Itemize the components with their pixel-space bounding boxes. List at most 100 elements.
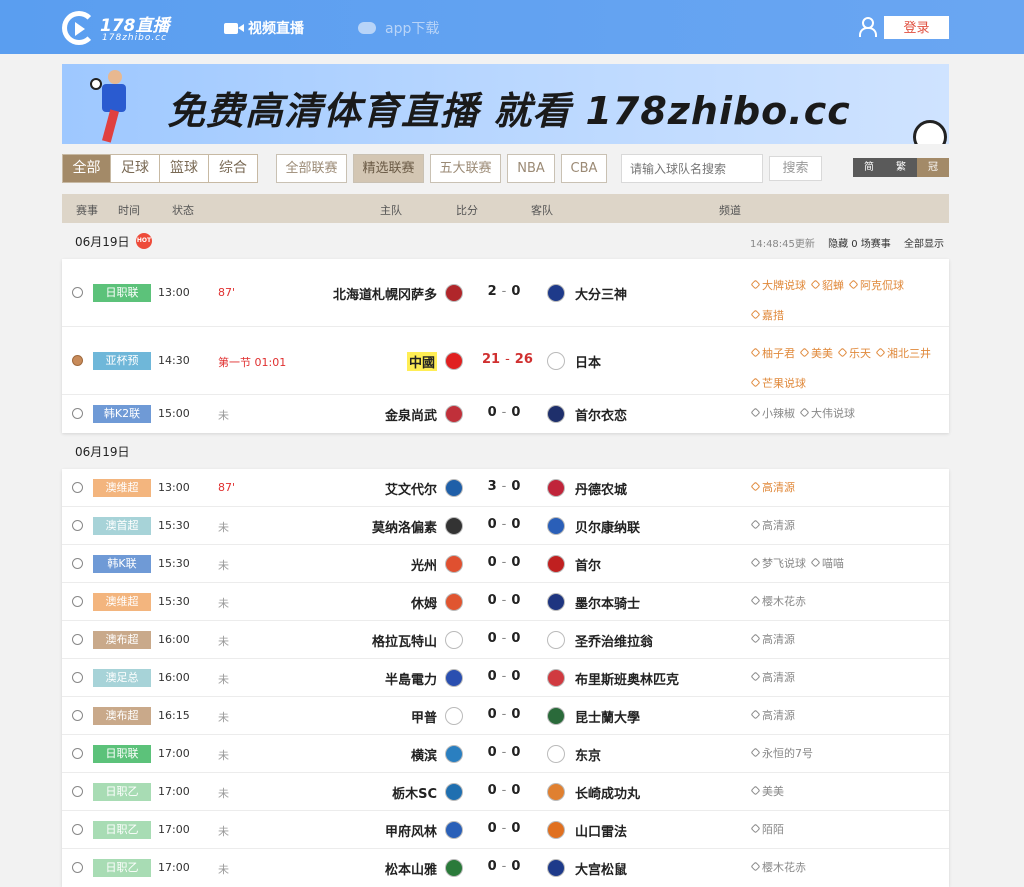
team-search-input[interactable] bbox=[621, 154, 763, 183]
home-team[interactable]: 休姆 bbox=[411, 593, 437, 612]
sport-tab-other[interactable]: 综合 bbox=[208, 154, 258, 183]
league-badge[interactable]: 韩K2联 bbox=[93, 405, 151, 423]
league-badge[interactable]: 澳维超 bbox=[93, 479, 151, 497]
channel-link[interactable]: 樱木花赤 bbox=[750, 595, 806, 609]
sport-tab-basketball[interactable]: 篮球 bbox=[159, 154, 209, 183]
league-badge[interactable]: 日职乙 bbox=[93, 821, 151, 839]
nav-app-download[interactable]: app下载 bbox=[358, 18, 439, 38]
league-badge[interactable]: 澳足总 bbox=[93, 669, 151, 687]
home-team[interactable]: 松本山雅 bbox=[385, 859, 437, 878]
promo-banner[interactable]: 免费高清体育直播 就看 178zhibo.cc bbox=[62, 64, 949, 144]
league-badge[interactable]: 澳首超 bbox=[93, 517, 151, 535]
away-team[interactable]: 日本 bbox=[575, 352, 601, 371]
channel-link[interactable]: 湘北三井 bbox=[875, 339, 931, 369]
home-team[interactable]: 甲府风林 bbox=[385, 821, 437, 840]
away-team[interactable]: 贝尔康纳联 bbox=[575, 517, 640, 536]
channel-link[interactable]: 小辣椒 bbox=[750, 407, 795, 421]
home-team[interactable]: 光州 bbox=[411, 555, 437, 574]
home-team[interactable]: 艾文代尔 bbox=[385, 479, 437, 498]
away-team[interactable]: 布里斯班奥林匹克 bbox=[575, 669, 679, 688]
lang-other[interactable]: 冠 bbox=[917, 158, 949, 177]
match-row[interactable]: 澳首超 15:30 未 莫纳洛偏素 0-0 贝尔康纳联 高清源 bbox=[62, 507, 949, 545]
match-row[interactable]: 日职乙 17:00 未 甲府风林 0-0 山口雷法 陌陌 bbox=[62, 811, 949, 849]
league-badge[interactable]: 日职乙 bbox=[93, 783, 151, 801]
away-team[interactable]: 首尔 bbox=[575, 555, 601, 574]
channel-link[interactable]: 乐天 bbox=[837, 339, 871, 369]
sport-tab-soccer[interactable]: 足球 bbox=[110, 154, 160, 183]
home-team[interactable]: 莫纳洛偏素 bbox=[372, 517, 437, 536]
match-score[interactable]: 0-0 bbox=[482, 745, 526, 760]
channel-link[interactable]: 阿克侃球 bbox=[848, 271, 904, 301]
match-row[interactable]: 澳布超 16:15 未 甲普 0-0 昆士蘭大學 高清源 bbox=[62, 697, 949, 735]
match-score[interactable]: 0-0 bbox=[482, 669, 526, 684]
match-row[interactable]: 日职联 13:00 87' 北海道札幌冈萨多 2-0 大分三神 大牌说球 貂蝉 阿克侃球嘉措 bbox=[62, 259, 949, 327]
league-badge[interactable]: 韩K联 bbox=[93, 555, 151, 573]
match-row[interactable]: 澳布超 16:00 未 格拉瓦特山 0-0 圣乔治维拉翁 高清源 bbox=[62, 621, 949, 659]
league-badge[interactable]: 澳布超 bbox=[93, 631, 151, 649]
channel-link[interactable]: 美美 bbox=[750, 785, 784, 799]
channel-link[interactable]: 梦飞说球 bbox=[750, 557, 806, 571]
nav-video-live[interactable]: 视频直播 bbox=[224, 18, 304, 38]
match-score[interactable]: 0-0 bbox=[482, 783, 526, 798]
match-row[interactable]: 日职联 17:00 未 横滨 0-0 东京 永恒的7号 bbox=[62, 735, 949, 773]
match-score[interactable]: 2-0 bbox=[482, 284, 526, 299]
channel-link[interactable]: 大牌说球 bbox=[750, 271, 806, 301]
channel-link[interactable]: 高清源 bbox=[750, 671, 795, 685]
match-row[interactable]: 日职乙 17:00 未 松本山雅 0-0 大宫松鼠 樱木花赤 bbox=[62, 849, 949, 887]
channel-link[interactable]: 高清源 bbox=[750, 633, 795, 647]
match-row[interactable]: 日职乙 17:00 未 栃木SC 0-0 长崎成功丸 美美 bbox=[62, 773, 949, 811]
match-score[interactable]: 0-0 bbox=[482, 707, 526, 722]
home-team[interactable]: 半島電力 bbox=[385, 669, 437, 688]
league-badge[interactable]: 澳布超 bbox=[93, 707, 151, 725]
lang-traditional[interactable]: 繁 bbox=[885, 158, 917, 177]
league-filter-cba[interactable]: CBA bbox=[561, 154, 607, 183]
away-team[interactable]: 大宫松鼠 bbox=[575, 859, 627, 878]
search-button[interactable]: 搜索 bbox=[769, 156, 822, 181]
league-filter-all[interactable]: 全部联赛 bbox=[276, 154, 347, 183]
match-score[interactable]: 0-0 bbox=[482, 859, 526, 874]
away-team[interactable]: 大分三神 bbox=[575, 284, 627, 303]
show-all-link[interactable]: 全部显示 bbox=[904, 239, 944, 250]
league-filter-top5[interactable]: 五大联赛 bbox=[430, 154, 501, 183]
channel-link[interactable]: 喵喵 bbox=[810, 557, 844, 571]
user-icon[interactable] bbox=[858, 17, 877, 37]
away-team[interactable]: 长崎成功丸 bbox=[575, 783, 640, 802]
league-badge[interactable]: 亚杯预 bbox=[93, 352, 151, 370]
match-score[interactable]: 21-26 bbox=[482, 352, 533, 367]
away-team[interactable]: 山口雷法 bbox=[575, 821, 627, 840]
match-score[interactable]: 0-0 bbox=[482, 517, 526, 532]
home-team[interactable]: 甲普 bbox=[411, 707, 437, 726]
match-score[interactable]: 0-0 bbox=[482, 593, 526, 608]
hidden-count[interactable]: 隐藏 0 场赛事 bbox=[828, 239, 891, 250]
channel-link[interactable]: 高清源 bbox=[750, 709, 795, 723]
sport-tab-all[interactable]: 全部 bbox=[62, 154, 111, 183]
channel-link[interactable]: 高清源 bbox=[750, 519, 795, 533]
channel-link[interactable]: 大伟说球 bbox=[799, 407, 855, 421]
match-score[interactable]: 3-0 bbox=[482, 479, 526, 494]
match-row[interactable]: 亚杯预 14:30 第一节 01:01 中國 21-26 日本 柚子君 美美 乐天 湘北三井芒果说… bbox=[62, 327, 949, 395]
away-team[interactable]: 东京 bbox=[575, 745, 601, 764]
channel-link[interactable]: 樱木花赤 bbox=[750, 861, 806, 875]
channel-link[interactable]: 美美 bbox=[799, 339, 833, 369]
home-team[interactable]: 中國 bbox=[406, 352, 437, 371]
away-team[interactable]: 丹德农城 bbox=[575, 479, 627, 498]
home-team[interactable]: 金泉尚武 bbox=[385, 405, 437, 424]
away-team[interactable]: 昆士蘭大學 bbox=[575, 707, 640, 726]
match-row[interactable]: 韩K2联 15:00 未 金泉尚武 0-0 首尔衣恋 小辣椒 大伟说球 bbox=[62, 395, 949, 433]
match-score[interactable]: 0-0 bbox=[482, 631, 526, 646]
match-row[interactable]: 韩K联 15:30 未 光州 0-0 首尔 梦飞说球 喵喵 bbox=[62, 545, 949, 583]
channel-link[interactable]: 貂蝉 bbox=[810, 271, 844, 301]
match-row[interactable]: 澳维超 13:00 87' 艾文代尔 3-0 丹德农城 高清源 bbox=[62, 469, 949, 507]
match-row[interactable]: 澳足总 16:00 未 半島電力 0-0 布里斯班奥林匹克 高清源 bbox=[62, 659, 949, 697]
league-badge[interactable]: 日职联 bbox=[93, 745, 151, 763]
channel-link[interactable]: 高清源 bbox=[750, 481, 795, 495]
league-filter-selected[interactable]: 精选联赛 bbox=[353, 154, 424, 183]
away-team[interactable]: 墨尔本骑士 bbox=[575, 593, 640, 612]
league-badge[interactable]: 澳维超 bbox=[93, 593, 151, 611]
home-team[interactable]: 横滨 bbox=[411, 745, 437, 764]
site-logo[interactable]: 178直播 178zhibo.cc bbox=[62, 9, 172, 47]
home-team[interactable]: 栃木SC bbox=[392, 783, 437, 802]
lang-simplified[interactable]: 简 bbox=[853, 158, 885, 177]
away-team[interactable]: 首尔衣恋 bbox=[575, 405, 627, 424]
channel-link[interactable]: 柚子君 bbox=[750, 339, 795, 369]
